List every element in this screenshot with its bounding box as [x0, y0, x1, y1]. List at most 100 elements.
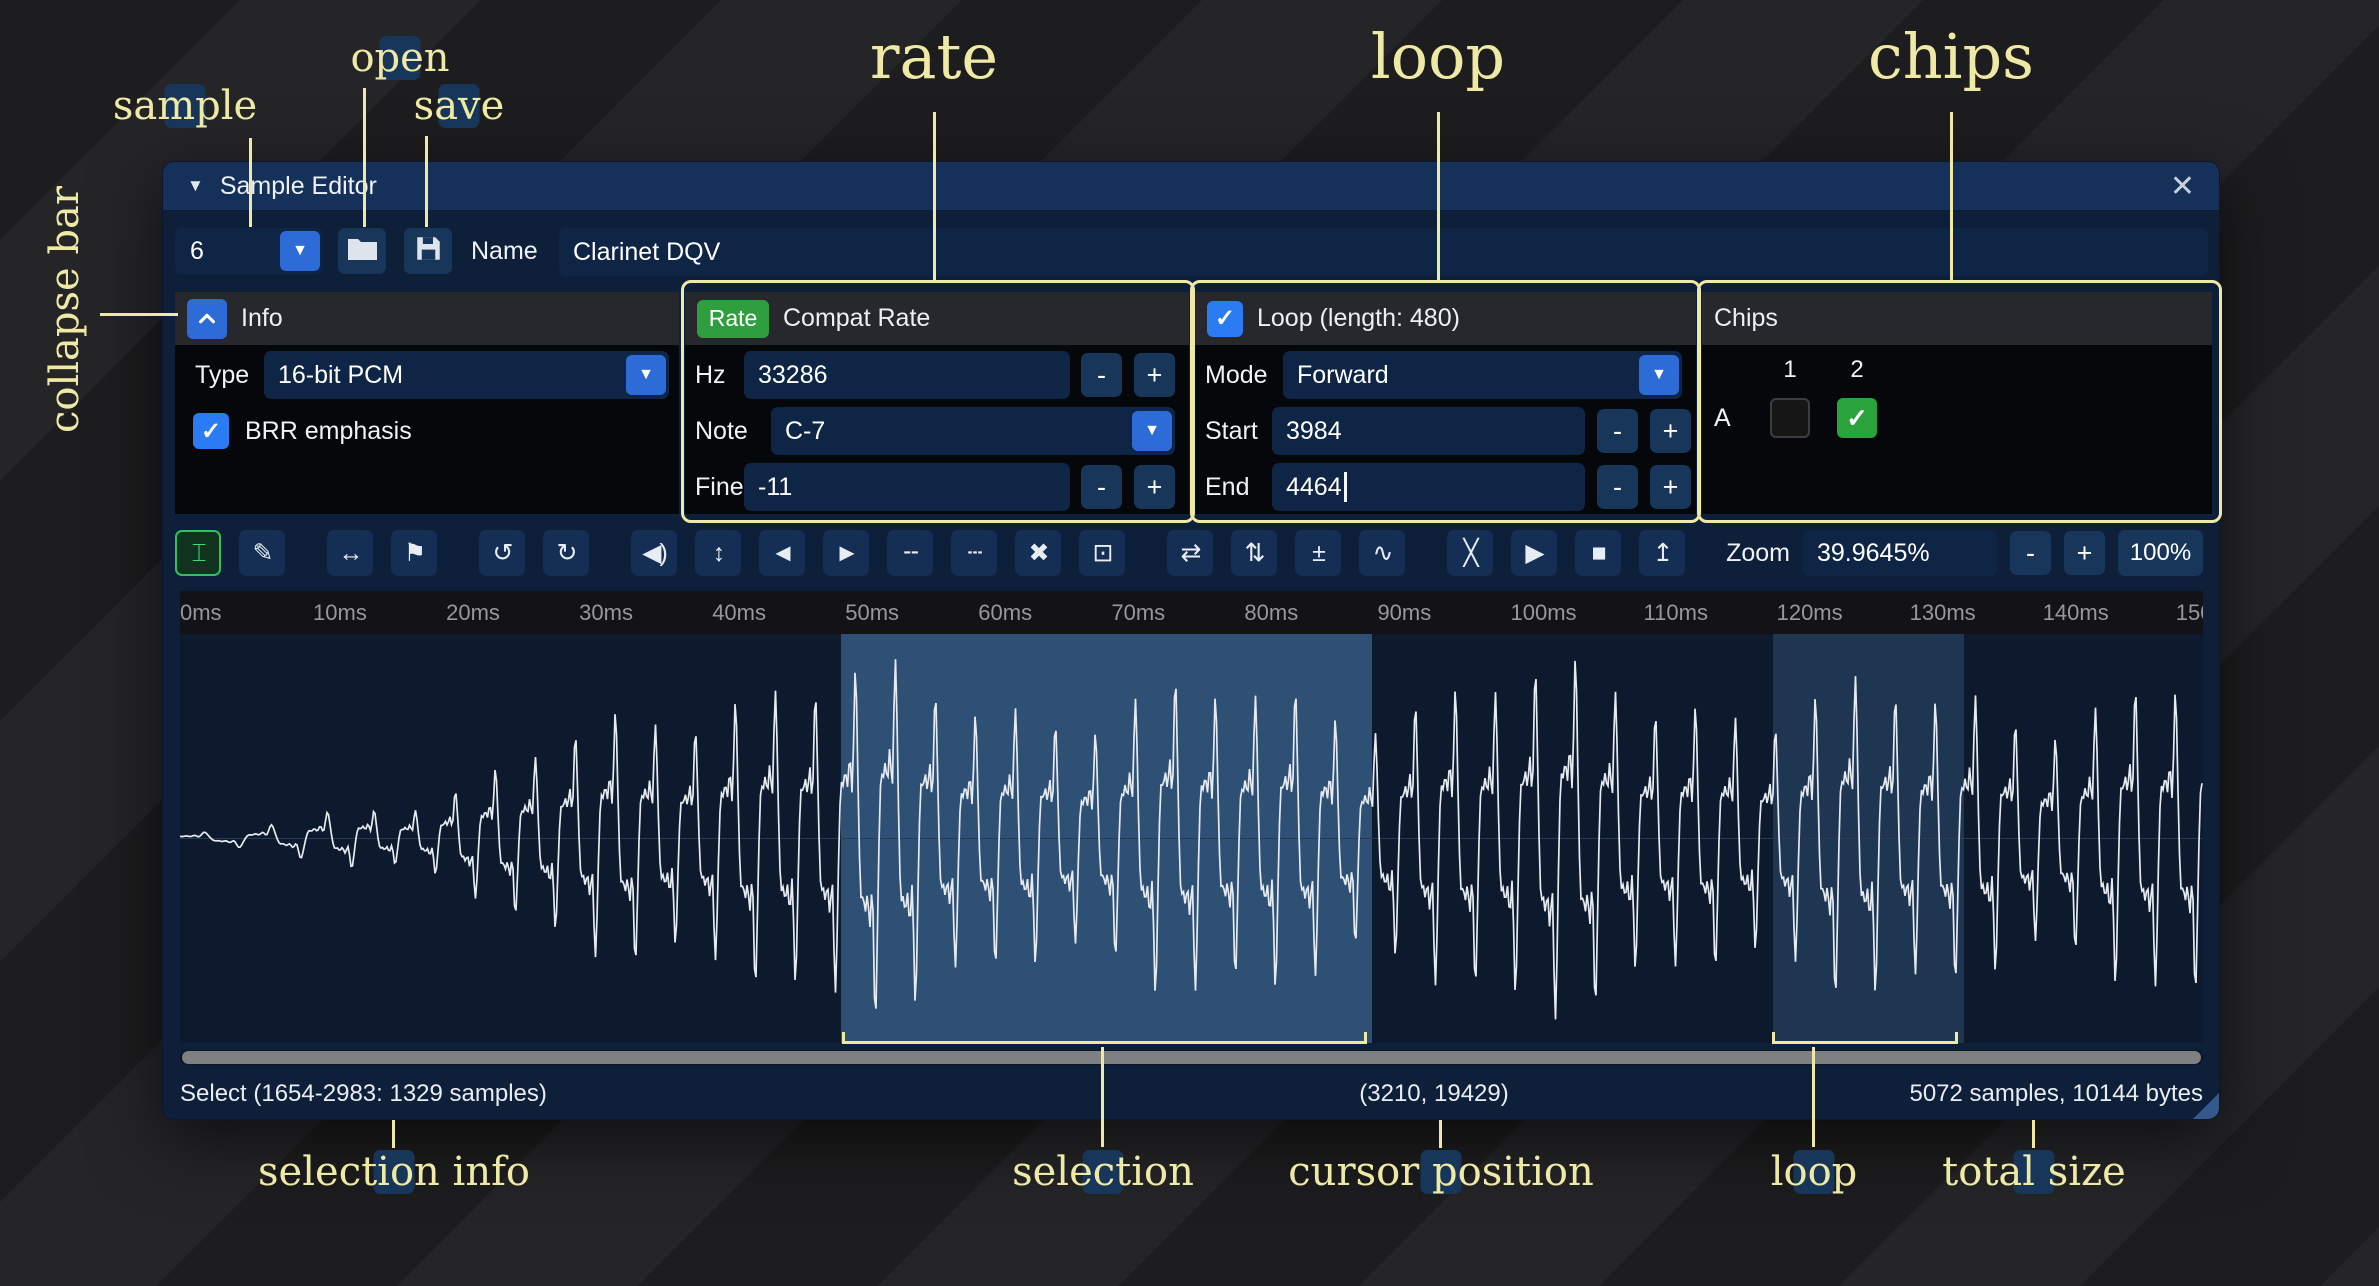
resize-grip[interactable]	[2193, 1093, 2219, 1119]
amplify-button[interactable]: ◀)	[631, 530, 677, 576]
crossfade-icon: ╳	[1463, 538, 1476, 568]
info-panel: Info Type 16-bit PCM ▼ ✓ BRR emphasis	[175, 292, 679, 514]
loop-end-input[interactable]: 4464	[1272, 463, 1585, 511]
normalize-button[interactable]: ↕	[695, 530, 741, 576]
loop-start-label: Start	[1205, 407, 1258, 455]
save-sample-button[interactable]	[404, 228, 452, 274]
chip-row-label: A	[1714, 394, 1731, 442]
sample-number-dropdown-arrow[interactable]: ▼	[280, 231, 320, 271]
reverse-icon: ⇄	[1181, 538, 1200, 568]
annotation-line	[1439, 1120, 1442, 1148]
open-sample-button[interactable]	[338, 228, 386, 274]
ruler-label: 90ms	[1377, 600, 1431, 626]
rate-panel-header: Rate Compat Rate	[685, 292, 1189, 345]
toolbar-buttons: ⌶ ✎ ↔ ⚑ ↺ ↻ ◀) ↕ ◄ ► ╌ ┄ ✖ ⊡ ⇄ ⇅ ± ∿ ╳ ▶ ■ ↥	[175, 530, 1685, 576]
checkmark-icon: ✓	[201, 417, 221, 446]
fade-out-button[interactable]: ►	[823, 530, 869, 576]
undo-button[interactable]: ↺	[479, 530, 525, 576]
waveform-canvas[interactable]	[180, 634, 2203, 1043]
ruler-label: 140ms	[2043, 600, 2109, 626]
sample-editor-window: ▼ Sample Editor ✕ 6 ▼ Name Clarinet DQV	[162, 161, 2220, 1120]
sample-type-dropdown[interactable]: 16-bit PCM ▼	[264, 351, 669, 399]
note-dropdown[interactable]: C-7 ▼	[771, 407, 1175, 455]
loop-start-input[interactable]: 3984	[1272, 407, 1585, 455]
sample-number-select[interactable]: 6 ▼	[175, 228, 323, 274]
annotation-line	[100, 313, 178, 316]
insert-silence-icon: ╌	[903, 538, 916, 568]
trim-button[interactable]: ⊡	[1079, 530, 1125, 576]
delete-button[interactable]: ✖	[1015, 530, 1061, 576]
loop-mode-dropdown-arrow[interactable]: ▼	[1639, 355, 1679, 395]
sign-invert-button[interactable]: ±	[1295, 530, 1341, 576]
chip-column-2-label: 2	[1837, 356, 1877, 384]
filter-button[interactable]: ∿	[1359, 530, 1405, 576]
draw-button[interactable]: ✎	[239, 530, 285, 576]
invert-button[interactable]: ⇅	[1231, 530, 1277, 576]
brr-emphasis-checkbox[interactable]: ✓	[193, 413, 229, 449]
crossfade-button[interactable]: ╳	[1447, 530, 1493, 576]
reverse-button[interactable]: ⇄	[1167, 530, 1213, 576]
upload-button[interactable]: ↥	[1639, 530, 1685, 576]
zoom-reset-button[interactable]: 100%	[2118, 530, 2203, 576]
timeline-ruler[interactable]: 0ms10ms20ms30ms40ms50ms60ms70ms80ms90ms1…	[180, 591, 2203, 634]
chip-1-checkbox[interactable]	[1770, 398, 1810, 438]
loop-end-decrement-button[interactable]: -	[1597, 465, 1638, 509]
loop-start-decrement-button[interactable]: -	[1597, 409, 1638, 453]
annotation-sample: sample	[165, 84, 206, 128]
ruler-label: 20ms	[446, 600, 500, 626]
ruler-label: 110ms	[1644, 600, 1708, 626]
note-value: C-7	[785, 407, 825, 455]
loop-end-increment-button[interactable]: +	[1650, 465, 1691, 509]
hz-input[interactable]: 33286	[744, 351, 1070, 399]
loop-mode-dropdown[interactable]: Forward ▼	[1283, 351, 1682, 399]
edit-mode-icon: ⌶	[191, 539, 204, 568]
preview-button[interactable]: ▶	[1511, 530, 1557, 576]
chip-column-1-label: 1	[1770, 356, 1810, 384]
sample-name-input[interactable]: Clarinet DQV	[559, 228, 2208, 276]
zoom-input[interactable]: 39.9645%	[1803, 530, 1997, 576]
ruler-label: 80ms	[1244, 600, 1298, 626]
resize-button[interactable]: ↔	[327, 530, 373, 576]
resample-button[interactable]: ⚑	[391, 530, 437, 576]
edit-mode-button[interactable]: ⌶	[175, 530, 221, 576]
fade-in-button[interactable]: ◄	[759, 530, 805, 576]
loop-start-increment-button[interactable]: +	[1650, 409, 1691, 453]
annotation-selection-info: selection info	[374, 1150, 415, 1194]
rate-panel: Rate Compat Rate Hz 33286 - + Note C-7 ▼…	[685, 292, 1189, 514]
annotation-line	[2032, 1120, 2035, 1148]
chip-2-checkbox[interactable]: ✓	[1837, 398, 1877, 438]
type-label: Type	[195, 351, 249, 399]
stop-preview-button[interactable]: ■	[1575, 530, 1621, 576]
zoom-label: Zoom	[1726, 539, 1790, 568]
sample-type-dropdown-arrow[interactable]: ▼	[626, 355, 666, 395]
ruler-label: 50ms	[845, 600, 899, 626]
fine-input[interactable]: -11	[744, 463, 1070, 511]
close-icon[interactable]: ✕	[2170, 169, 2195, 204]
redo-button[interactable]: ↻	[543, 530, 589, 576]
rate-badge-button[interactable]: Rate	[697, 300, 769, 338]
hz-increment-button[interactable]: +	[1134, 353, 1175, 397]
loop-enable-checkbox[interactable]: ✓	[1207, 301, 1243, 337]
ruler-label: 60ms	[978, 600, 1032, 626]
ruler-label: 0ms	[180, 600, 222, 626]
zoom-in-button[interactable]: +	[2064, 531, 2105, 575]
fade-in-icon: ◄	[771, 539, 794, 568]
resize-icon: ↔	[339, 539, 362, 568]
window-collapse-icon[interactable]: ▼	[187, 176, 204, 196]
note-dropdown-arrow[interactable]: ▼	[1132, 411, 1172, 451]
apply-silence-button[interactable]: ┄	[951, 530, 997, 576]
hz-decrement-button[interactable]: -	[1081, 353, 1122, 397]
fine-increment-button[interactable]: +	[1134, 465, 1175, 509]
brr-emphasis-label: BRR emphasis	[245, 407, 412, 455]
insert-silence-button[interactable]: ╌	[887, 530, 933, 576]
note-label: Note	[695, 407, 748, 455]
scrollbar-thumb[interactable]	[182, 1051, 2201, 1064]
titlebar[interactable]: ▼ Sample Editor ✕	[163, 162, 2219, 211]
waveform-scrollbar[interactable]	[180, 1050, 2203, 1065]
collapse-bar-button[interactable]	[187, 299, 227, 339]
annotation-chips: chips	[1868, 20, 2034, 93]
annotation-collapse-bar: collapse bar	[42, 186, 88, 433]
cursor-position-status: (3210, 19429)	[1359, 1080, 1508, 1108]
fine-decrement-button[interactable]: -	[1081, 465, 1122, 509]
zoom-out-button[interactable]: -	[2010, 531, 2051, 575]
